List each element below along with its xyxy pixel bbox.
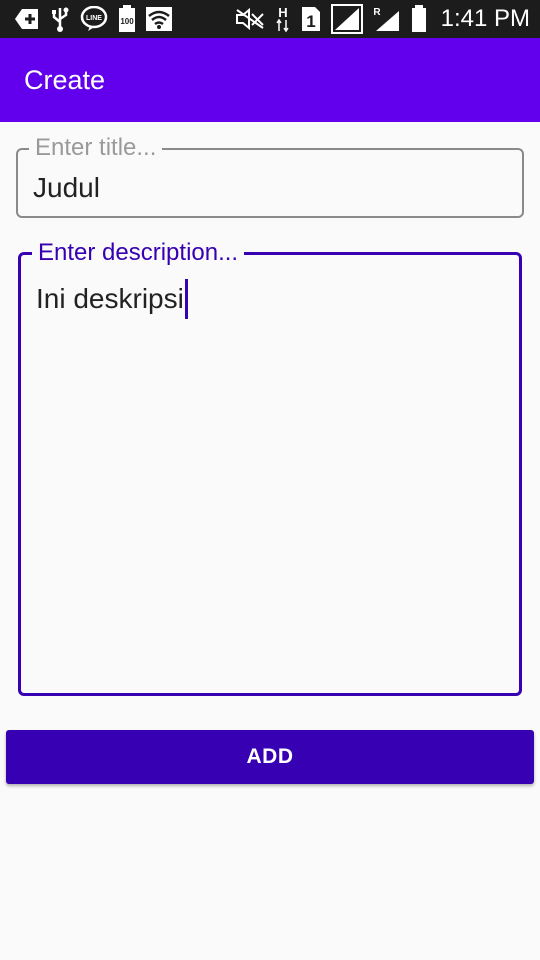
h-signal-icon: H <box>275 5 291 33</box>
text-cursor <box>184 279 188 319</box>
title-input-label: Enter title... <box>29 135 163 161</box>
description-input[interactable]: Enter description... Ini deskripsi <box>18 240 522 696</box>
status-bar-left: LINE 100 <box>14 5 172 33</box>
sim-1-icon: 1 <box>301 6 321 32</box>
title-input[interactable]: Enter title... Judul <box>16 135 524 218</box>
battery-icon <box>411 5 427 33</box>
status-time: 1:41 PM <box>440 5 530 32</box>
battery-100-icon: 100 <box>118 5 136 33</box>
mute-icon <box>235 8 265 30</box>
line-app-icon: LINE <box>80 6 108 32</box>
wifi-icon <box>146 7 172 31</box>
svg-text:1: 1 <box>306 12 315 31</box>
usb-icon <box>50 6 70 32</box>
app-bar: Create <box>0 38 540 122</box>
status-bar-right: H 1 R 1:41 PM <box>235 4 530 34</box>
status-bar: LINE 100 H 1 R 1:41 PM <box>0 0 540 38</box>
signal-strength-icon <box>330 4 363 34</box>
add-box-icon <box>14 8 40 30</box>
description-input-value[interactable]: Ini deskripsi <box>36 283 184 315</box>
description-input-label: Enter description... <box>32 240 245 266</box>
svg-text:LINE: LINE <box>86 15 102 22</box>
title-input-value[interactable]: Judul <box>33 172 100 204</box>
svg-text:R: R <box>373 7 381 18</box>
svg-text:100: 100 <box>120 17 134 26</box>
description-input-value-wrapper[interactable]: Ini deskripsi <box>36 279 188 319</box>
roaming-signal-icon: R <box>373 5 401 33</box>
svg-text:H: H <box>278 5 287 20</box>
add-button[interactable]: ADD <box>6 730 534 784</box>
page-title: Create <box>24 64 106 95</box>
